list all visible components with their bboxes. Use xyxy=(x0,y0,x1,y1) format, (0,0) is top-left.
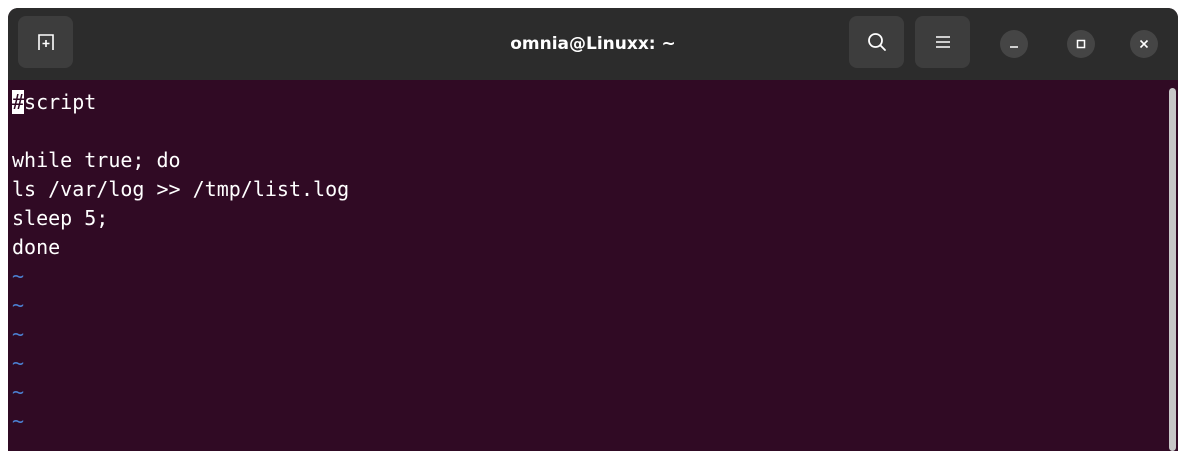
hamburger-menu-icon xyxy=(935,36,950,48)
minimize-button[interactable] xyxy=(1000,30,1028,58)
maximize-icon xyxy=(1076,39,1086,49)
scrollbar[interactable] xyxy=(1169,88,1176,451)
editor-line: #script xyxy=(12,88,349,117)
titlebar: omnia@Linuxx: ~ xyxy=(8,8,1178,80)
empty-line-tilde: ~ xyxy=(12,293,25,317)
empty-line-tilde: ~ xyxy=(12,380,25,404)
text-cursor: # xyxy=(12,90,25,114)
terminal-window: omnia@Linuxx: ~ #script while true; do l… xyxy=(8,8,1178,451)
editor-line: done xyxy=(12,235,61,259)
editor-line: while true; do xyxy=(12,148,181,172)
editor-line: sleep 5; xyxy=(12,206,109,230)
empty-line-tilde: ~ xyxy=(12,409,25,433)
line-text: script xyxy=(24,90,97,114)
search-icon xyxy=(867,33,886,51)
new-tab-icon xyxy=(37,34,54,50)
close-icon xyxy=(1139,39,1149,49)
editor-line xyxy=(12,117,349,146)
close-button[interactable] xyxy=(1130,30,1158,58)
empty-line-tilde: ~ xyxy=(12,322,25,346)
maximize-button[interactable] xyxy=(1067,30,1095,58)
empty-line-tilde: ~ xyxy=(12,264,25,288)
editor-buffer: #script while true; do ls /var/log >> /t… xyxy=(12,88,349,436)
empty-line-tilde: ~ xyxy=(12,351,25,375)
terminal-content[interactable]: #script while true; do ls /var/log >> /t… xyxy=(8,80,1178,451)
editor-line: ls /var/log >> /tmp/list.log xyxy=(12,177,350,201)
minimize-icon xyxy=(1010,46,1018,48)
new-tab-button[interactable] xyxy=(18,16,73,68)
menu-button[interactable] xyxy=(915,16,970,68)
search-button[interactable] xyxy=(849,16,904,68)
